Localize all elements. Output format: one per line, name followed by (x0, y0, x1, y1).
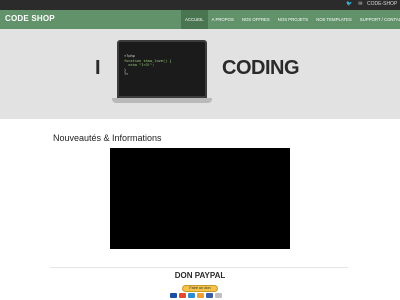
nav-item-accueil[interactable]: ACCUEIL (181, 10, 208, 29)
top-bar-site-label[interactable]: CODE-SHOP (367, 1, 397, 8)
twitter-icon[interactable]: 🐦 (346, 1, 352, 8)
discover-card-icon (197, 293, 204, 298)
code-snippet: <?php function show_love() { echo "I<3!";… (124, 54, 172, 77)
donation-heading: DON PAYPAL (174, 271, 226, 280)
generic-card-icon (215, 293, 222, 298)
hero-word-right: CODING (222, 57, 300, 79)
mail-icon[interactable]: ✉ (358, 1, 362, 8)
nav-item-nos-offres[interactable]: NOS OFFRES (238, 10, 274, 29)
nav-item-nos-projets[interactable]: NOS PROJETS (274, 10, 312, 29)
nav-item-support-contact[interactable]: SUPPORT / CONTACT (356, 10, 400, 29)
main-navbar: CODE SHOP ACCUEIL A PROPOS NOS OFFRES NO… (0, 10, 400, 29)
brand-logo[interactable]: CODE SHOP (5, 14, 55, 23)
payment-cards (170, 293, 222, 298)
code-line: ?> (124, 72, 129, 77)
nav-menu: ACCUEIL A PROPOS NOS OFFRES NOS PROJETS … (181, 10, 400, 29)
hero-word-left: I (95, 57, 101, 79)
social-icons: 🐦 ✉ (346, 1, 362, 8)
video-embed[interactable] (110, 148, 290, 249)
paypal-donate-button[interactable]: Faire un don (182, 285, 218, 292)
nav-item-nos-templates[interactable]: NOS TEMPLATES (312, 10, 356, 29)
nav-item-a-propos[interactable]: A PROPOS (208, 10, 238, 29)
section-divider (50, 267, 348, 268)
news-heading: Nouveautés & Informations (53, 133, 162, 143)
amex-card-icon (188, 293, 195, 298)
top-bar: 🐦 ✉ CODE-SHOP (0, 0, 400, 10)
mastercard-icon (179, 293, 186, 298)
laptop-illustration: <?php function show_love() { echo "I<3!";… (112, 40, 212, 104)
bank-card-icon (206, 293, 213, 298)
hero-banner: I <?php function show_love() { echo "I<3!… (0, 29, 400, 119)
laptop-base (112, 98, 212, 103)
visa-card-icon (170, 293, 177, 298)
